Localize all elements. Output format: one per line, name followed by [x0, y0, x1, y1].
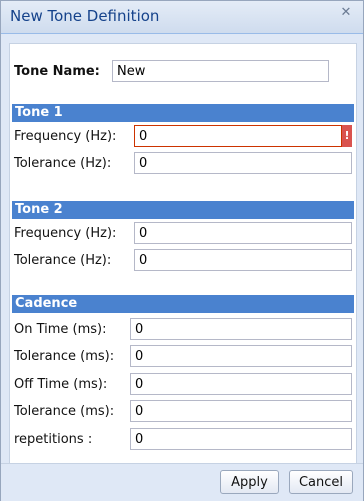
close-icon[interactable]: ✕ — [339, 6, 353, 20]
tone-name-label: Tone Name: — [14, 64, 100, 79]
tone2-header: Tone 2 — [12, 201, 354, 219]
dialog-footer: Apply Cancel — [1, 463, 363, 501]
off-time-label: Off Time (ms): — [14, 377, 108, 392]
dialog-titlebar[interactable]: New Tone Definition ✕ — [1, 1, 363, 34]
tone1-frequency-label: Frequency (Hz): — [14, 129, 117, 144]
error-icon: ! — [342, 125, 352, 147]
apply-button[interactable]: Apply — [220, 470, 279, 494]
repetitions-label: repetitions : — [14, 432, 93, 447]
tone1-frequency-input[interactable] — [134, 125, 342, 147]
repetitions-input[interactable] — [130, 428, 352, 450]
on-time-label: On Time (ms): — [14, 322, 107, 337]
off-tolerance-input[interactable] — [130, 400, 352, 422]
tone2-frequency-input[interactable] — [134, 222, 352, 244]
on-time-input[interactable] — [130, 318, 352, 340]
cancel-button[interactable]: Cancel — [289, 470, 353, 494]
off-time-input[interactable] — [130, 373, 352, 395]
tone1-tolerance-label: Tolerance (Hz): — [14, 156, 112, 171]
form-body: Tone Name: Tone 1 Frequency (Hz): ! Tole… — [9, 43, 357, 464]
on-tolerance-label: Tolerance (ms): — [14, 349, 115, 364]
tone2-frequency-label: Frequency (Hz): — [14, 226, 117, 241]
tone2-tolerance-input[interactable] — [134, 249, 352, 271]
off-tolerance-label: Tolerance (ms): — [14, 404, 115, 419]
tone-name-input[interactable] — [112, 60, 329, 82]
tone2-tolerance-label: Tolerance (Hz): — [14, 253, 112, 268]
dialog-title: New Tone Definition — [10, 7, 160, 25]
tone-definition-dialog: New Tone Definition ✕ Tone Name: Tone 1 … — [0, 0, 364, 501]
tone1-tolerance-input[interactable] — [134, 152, 352, 174]
cadence-header: Cadence — [12, 295, 354, 313]
on-tolerance-input[interactable] — [130, 345, 352, 367]
tone1-header: Tone 1 — [12, 104, 354, 122]
